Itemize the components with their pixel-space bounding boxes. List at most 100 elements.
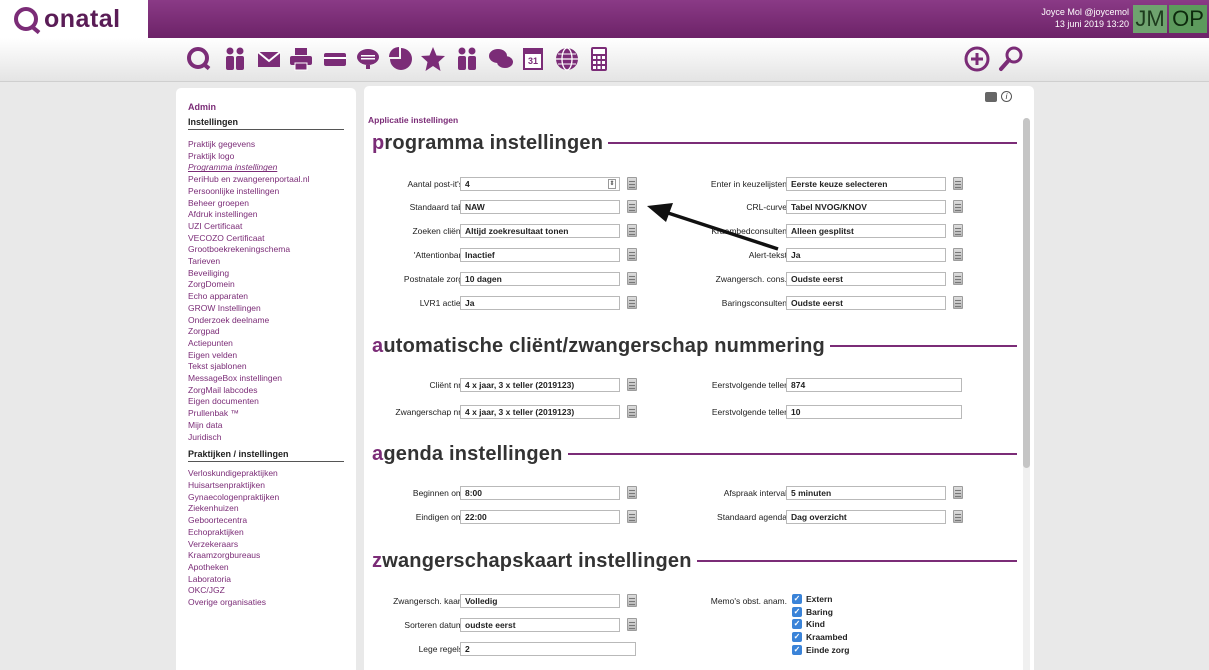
print-icon[interactable] [286,44,316,74]
enter-select[interactable]: Eerste keuze selecteren [786,177,946,191]
sidebar-item-instellingen-3[interactable]: PeriHub en zwangerenportaal.nl [188,174,344,186]
note-icon[interactable] [627,405,637,418]
home-q-icon[interactable] [184,44,214,74]
sidebar-item-instellingen-14[interactable]: GROW Instellingen [188,303,344,315]
sidebar-item-instellingen-2[interactable]: Programma instellingen [188,162,344,174]
note-icon[interactable] [627,177,637,190]
memo-checkbox[interactable]: ✓ Baring [792,606,833,617]
sidebar-item-praktijken-4[interactable]: Geboortecentra [188,515,344,527]
scrollbar[interactable] [1023,118,1030,670]
note-icon[interactable] [627,272,637,285]
postits-input[interactable]: 4 ⇕ [460,177,620,191]
note-icon[interactable] [953,296,963,309]
globe-icon[interactable] [552,44,582,74]
checkbox-checked-icon[interactable]: ✓ [792,594,802,604]
note-icon[interactable] [627,378,637,391]
checkbox-checked-icon[interactable]: ✓ [792,619,802,630]
sidebar-item-praktijken-5[interactable]: Echopraktijken [188,527,344,539]
beginnen-select[interactable]: 8:00 [460,486,620,500]
sidebar-item-instellingen-23[interactable]: Prullenbak ™ [188,408,344,420]
note-icon[interactable] [627,510,637,523]
zwangerschap-nr-select[interactable]: 4 x jaar, 3 x teller (2019123) [460,405,620,419]
postnatale-select[interactable]: 10 dagen [460,272,620,286]
sidebar-item-instellingen-15[interactable]: Onderzoek deelname [188,315,344,327]
checkbox-checked-icon[interactable]: ✓ [792,632,802,643]
teller-zwangerschap-input[interactable]: 10 [786,405,962,419]
sidebar-item-instellingen-25[interactable]: Juridisch [188,432,344,444]
mail-icon[interactable] [254,44,284,74]
sidebar-item-praktijken-10[interactable]: OKC/JGZ [188,585,344,597]
note-icon[interactable] [953,510,963,523]
sidebar-item-instellingen-13[interactable]: Echo apparaten [188,291,344,303]
logo[interactable]: onatal [0,0,148,38]
search-icon[interactable] [996,44,1026,74]
interval-select[interactable]: 5 minuten [786,486,946,500]
note-icon[interactable] [953,248,963,261]
standaard-agenda-select[interactable]: Dag overzicht [786,510,946,524]
note-icon[interactable] [953,272,963,285]
zoeken-select[interactable]: Altijd zoekresultaat tonen [460,224,620,238]
note-icon[interactable] [953,486,963,499]
user-badge-jm[interactable]: JM [1133,5,1167,33]
memo-checkbox[interactable]: ✓ Extern [792,594,832,604]
sidebar-item-praktijken-0[interactable]: Verloskundigepraktijken [188,468,344,480]
attentionbar-select[interactable]: Inactief [460,248,620,262]
sidebar-item-praktijken-11[interactable]: Overige organisaties [188,597,344,609]
crl-select[interactable]: Tabel NVOG/KNOV [786,200,946,214]
teller-client-input[interactable]: 874 [786,378,962,392]
note-icon[interactable] [627,224,637,237]
sidebar-item-instellingen-17[interactable]: Actiepunten [188,338,344,350]
sidebar-item-instellingen-19[interactable]: Tekst sjablonen [188,361,344,373]
lege-regels-input[interactable]: 2 [460,642,636,656]
info-icon[interactable]: i [1001,91,1012,102]
sidebar-item-praktijken-3[interactable]: Ziekenhuizen [188,503,344,515]
star-icon[interactable] [418,44,448,74]
note-icon[interactable] [627,248,637,261]
sidebar-item-instellingen-10[interactable]: Tarieven [188,256,344,268]
eindigen-select[interactable]: 22:00 [460,510,620,524]
sidebar-item-instellingen-0[interactable]: Praktijk gegevens [188,139,344,151]
client-nr-select[interactable]: 4 x jaar, 3 x teller (2019123) [460,378,620,392]
note-icon[interactable] [953,200,963,213]
calculator-icon[interactable] [584,44,614,74]
checkbox-checked-icon[interactable]: ✓ [792,606,802,617]
kaart-select[interactable]: Volledig [460,594,620,608]
sidebar-item-instellingen-16[interactable]: Zorgpad [188,326,344,338]
sidebar-item-instellingen-22[interactable]: Eigen documenten [188,396,344,408]
card-icon[interactable] [320,44,350,74]
sidebar-item-praktijken-9[interactable]: Laboratoria [188,574,344,586]
memo-checkbox[interactable]: ✓ Kind [792,619,825,630]
pie-chart-icon[interactable] [386,44,416,74]
stepper-icon[interactable]: ⇕ [608,179,616,189]
note-icon[interactable] [627,200,637,213]
note-icon[interactable] [627,296,637,309]
standaard-tab-select[interactable]: NAW [460,200,620,214]
memo-checkbox[interactable]: ✓ Einde zorg [792,644,849,655]
sorteren-select[interactable]: oudste eerst [460,618,620,632]
lvr1-select[interactable]: Ja [460,296,620,310]
sidebar-item-instellingen-7[interactable]: UZI Certificaat [188,221,344,233]
sidebar-item-praktijken-7[interactable]: Kraamzorgbureaus [188,550,344,562]
sidebar-item-instellingen-9[interactable]: Grootboekrekeningschema [188,244,344,256]
alert-select[interactable]: Ja [786,248,946,262]
chat-bubble-icon[interactable] [353,44,383,74]
clients-icon[interactable] [220,44,250,74]
checkbox-checked-icon[interactable]: ✓ [792,644,802,655]
sidebar-item-instellingen-5[interactable]: Beheer groepen [188,198,344,210]
sidebar-item-praktijken-2[interactable]: Gynaecologenpraktijken [188,492,344,504]
sidebar-item-instellingen-21[interactable]: ZorgMail labcodes [188,385,344,397]
note-icon[interactable] [953,177,963,190]
note-icon[interactable] [627,486,637,499]
sidebar-item-praktijken-8[interactable]: Apotheken [188,562,344,574]
sidebar-item-instellingen-6[interactable]: Afdruk instellingen [188,209,344,221]
sidebar-item-instellingen-18[interactable]: Eigen velden [188,350,344,362]
memo-checkbox[interactable]: ✓ Kraambed [792,632,848,643]
print-icon[interactable] [985,91,997,102]
zwcons-select[interactable]: Oudste eerst [786,272,946,286]
sidebar-item-instellingen-20[interactable]: MessageBox instellingen [188,373,344,385]
sidebar-item-instellingen-4[interactable]: Persoonlijke instellingen [188,186,344,198]
sidebar-item-instellingen-8[interactable]: VECOZO Certificaat [188,233,344,245]
calendar-icon[interactable]: 31 [518,44,548,74]
kraambed-select[interactable]: Alleen gesplitst [786,224,946,238]
sidebar-item-instellingen-1[interactable]: Praktijk logo [188,151,344,163]
